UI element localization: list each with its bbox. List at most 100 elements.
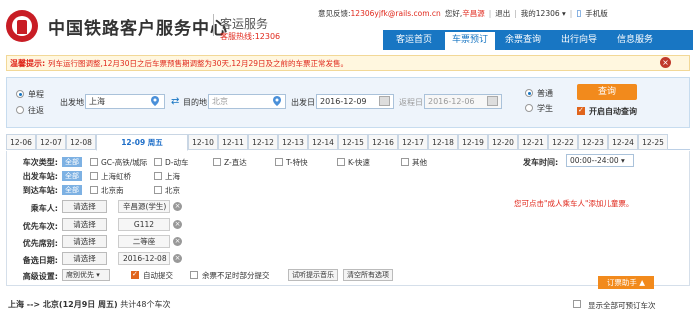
to-station-checkbox[interactable] (90, 186, 98, 194)
partial-submit-label: 余票不足时部分提交 (202, 271, 270, 280)
route-text: 上海 --> 北京(12月9日 周五) (8, 300, 118, 309)
date-tab[interactable]: 12-06 (6, 134, 36, 150)
priority-seat-tag: 二等座 (118, 235, 170, 248)
to-label: 目的地 (183, 98, 207, 107)
close-icon[interactable]: × (660, 57, 671, 68)
partial-submit-checkbox[interactable] (190, 271, 198, 279)
to-station-all[interactable]: 全部 (62, 185, 82, 195)
student-ticket-radio[interactable] (525, 104, 533, 112)
date-tab[interactable]: 12-14 (308, 134, 338, 150)
date-tab[interactable]: 12-12 (248, 134, 278, 150)
query-button[interactable]: 查询 (577, 84, 637, 100)
date-tab[interactable]: 12-17 (398, 134, 428, 150)
date-tab[interactable]: 12-22 (548, 134, 578, 150)
show-all-label: 显示全部可预订车次 (588, 301, 656, 310)
backup-date-select-button[interactable]: 请选择 (62, 252, 107, 265)
type-label-gc: GC-高铁/城际 (101, 158, 148, 167)
nav-ticket-query[interactable]: 余票查询 (495, 30, 551, 50)
to-station-checkbox[interactable] (154, 186, 162, 194)
user-name-link[interactable]: 辛昌源 (462, 9, 485, 18)
from-station-hongqiao: 上海虹桥 (101, 172, 131, 181)
remove-icon[interactable]: × (173, 254, 182, 263)
to-station-beijing: 北京 (165, 186, 180, 195)
type-checkbox-t[interactable] (275, 158, 283, 166)
date-tab[interactable]: 12-07 (36, 134, 66, 150)
clear-options-button[interactable]: 清空所有选项 (343, 269, 393, 281)
auto-query-label: 开启自动查询 (589, 107, 637, 116)
nav-booking[interactable]: 车票预订 (445, 30, 495, 50)
location-pin-icon (151, 96, 159, 106)
type-checkbox-k[interactable] (337, 158, 345, 166)
student-ticket-label: 学生 (537, 104, 553, 113)
remove-icon[interactable]: × (173, 220, 182, 229)
feedback-email-link[interactable]: 12306yjfk@rails.com.cn (351, 9, 441, 18)
music-button[interactable]: 试听提示音乐 (288, 269, 338, 281)
nav-home[interactable]: 客运首页 (383, 30, 445, 50)
passenger-label: 乘车人: (30, 204, 58, 213)
from-station-checkbox[interactable] (154, 172, 162, 180)
type-checkbox-z[interactable] (213, 158, 221, 166)
title-divider (213, 14, 214, 36)
oneway-label: 单程 (28, 90, 44, 99)
date-tab[interactable]: 12-21 (518, 134, 548, 150)
type-checkbox-d[interactable] (154, 158, 162, 166)
from-station-checkbox[interactable] (90, 172, 98, 180)
remove-icon[interactable]: × (173, 202, 182, 211)
remove-icon[interactable]: × (173, 237, 182, 246)
date-tab[interactable]: 12-16 (368, 134, 398, 150)
type-label-d: D-动车 (165, 158, 189, 167)
date-tab[interactable]: 12-24 (608, 134, 638, 150)
notice-label: 温馨提示: (10, 59, 46, 68)
my12306-menu[interactable]: 我的12306 ▾ (521, 9, 566, 18)
notice-text: 列车运行图调整,12月30日之后车票预售期调整为30天,12月29日及之前的车票… (48, 59, 348, 68)
backup-date-label: 备选日期: (22, 256, 58, 265)
date-tab[interactable]: 12-11 (218, 134, 248, 150)
date-tab-active[interactable]: 12-09 周五 (96, 134, 188, 151)
to-station-label: 到达车站: (22, 186, 58, 195)
type-label-z: Z-直达 (224, 158, 247, 167)
date-tab[interactable]: 12-13 (278, 134, 308, 150)
calendar-icon[interactable] (379, 96, 390, 106)
from-label: 出发地 (60, 98, 84, 107)
mobile-link[interactable]: 手机版 (585, 9, 608, 18)
logout-link[interactable]: 退出 (495, 9, 510, 18)
auto-submit-label: 自动提交 (143, 271, 173, 280)
roundtrip-label: 往返 (28, 106, 44, 115)
date-tab[interactable]: 12-08 (66, 134, 96, 150)
oneway-radio[interactable] (16, 90, 24, 98)
location-pin-icon (273, 96, 281, 106)
priority-train-select-button[interactable]: 请选择 (62, 218, 107, 231)
date-tab[interactable]: 12-19 (458, 134, 488, 150)
date-tab[interactable]: 12-10 (188, 134, 218, 150)
type-label-other: 其他 (412, 158, 427, 167)
nav-travel-guide[interactable]: 出行向导 (551, 30, 607, 50)
auto-submit-checkbox[interactable] (131, 270, 139, 279)
train-type-all[interactable]: 全部 (62, 157, 82, 167)
depart-time-select[interactable]: 00:00--24:00 ▾ (566, 154, 634, 167)
date-tab[interactable]: 12-15 (338, 134, 368, 150)
date-tab[interactable]: 12-18 (428, 134, 458, 150)
date-tab[interactable]: 12-23 (578, 134, 608, 150)
from-station-all[interactable]: 全部 (62, 171, 82, 181)
calendar-icon[interactable] (487, 96, 498, 106)
priority-seat-select-button[interactable]: 请选择 (62, 235, 107, 248)
type-checkbox-gc[interactable] (90, 158, 98, 166)
priority-train-label: 优先车次: (22, 222, 58, 231)
priority-mode-select[interactable]: 席别优先 ▾ (62, 269, 110, 281)
booking-assistant-button[interactable]: 订票助手 ▲ (598, 276, 654, 289)
date-tab[interactable]: 12-20 (488, 134, 518, 150)
from-station-label: 出发车站: (22, 172, 58, 181)
type-checkbox-other[interactable] (401, 158, 409, 166)
normal-ticket-radio[interactable] (525, 89, 533, 97)
swap-icon[interactable]: ⇄ (171, 96, 179, 107)
top-bar: 意见反馈:12306yjfk@rails.com.cn 您好,辛昌源 | 退出 | 我的1… (318, 9, 608, 19)
passenger-select-button[interactable]: 请选择 (62, 200, 107, 213)
auto-query-checkbox[interactable] (577, 106, 585, 115)
main-nav: 客运首页 车票预订 余票查询 出行向导 信息服务 (383, 30, 693, 50)
date-tab[interactable]: 12-25 (638, 134, 668, 150)
show-all-checkbox[interactable] (573, 300, 581, 308)
normal-ticket-label: 普通 (537, 89, 553, 98)
nav-info-service[interactable]: 信息服务 (607, 30, 663, 50)
roundtrip-radio[interactable] (16, 106, 24, 114)
depart-label: 出发日 (291, 98, 315, 107)
